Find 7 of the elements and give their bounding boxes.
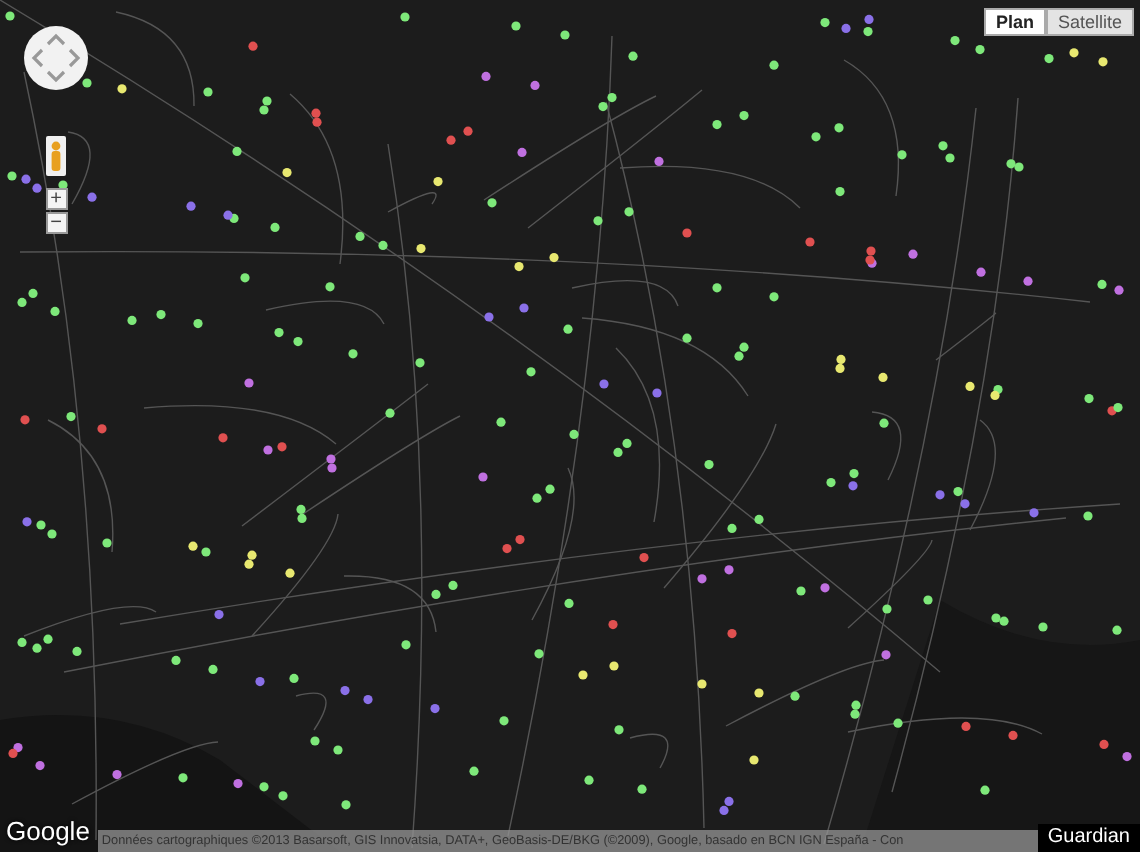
map-type-button[interactable]: Satellite bbox=[1045, 8, 1134, 36]
zoom-in-button[interactable]: + bbox=[45, 188, 67, 210]
zoom-out-button[interactable]: − bbox=[45, 212, 67, 234]
pan-control-icon[interactable] bbox=[22, 24, 90, 92]
map-type-button[interactable]: Plan bbox=[983, 8, 1046, 36]
source-label: Guardian bbox=[1037, 824, 1140, 852]
google-logo: Google bbox=[4, 816, 92, 850]
